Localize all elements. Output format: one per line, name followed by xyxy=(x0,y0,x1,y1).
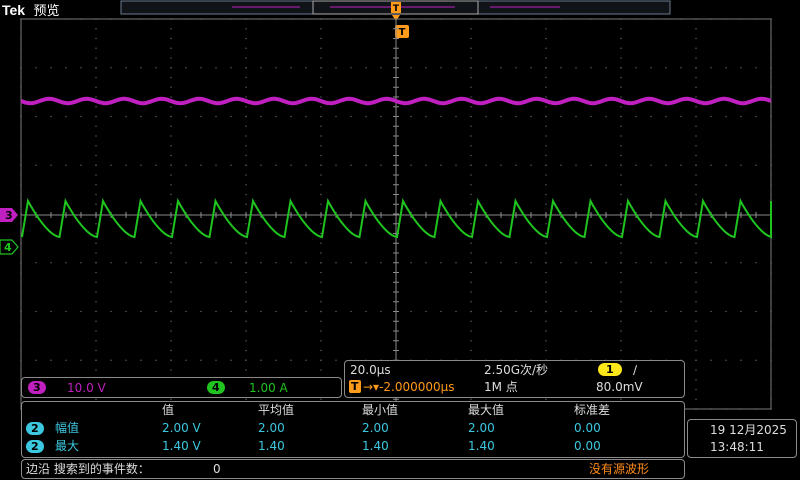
search-status-bar[interactable]: 边沿 搜索到的事件数： 0 没有源波形 xyxy=(21,459,685,479)
search-event-count: 0 xyxy=(213,462,221,476)
channel-4-ground-marker[interactable]: 4 xyxy=(0,239,19,255)
measurement-value: 2.00 V xyxy=(162,421,201,435)
channel-3-scale[interactable]: 10.0 V xyxy=(67,381,106,395)
measurement-min: 1.40 xyxy=(362,439,389,453)
channel-scale-panel: 3 10.0 V 4 1.00 A xyxy=(21,377,342,398)
measurement-name: 幅值 xyxy=(55,421,80,435)
measurement-header-max: 最大值 xyxy=(468,403,505,417)
measurement-header-stddev: 标准差 xyxy=(574,403,611,417)
measurement-header-min: 最小值 xyxy=(362,403,399,417)
trigger-position-marker[interactable]: T xyxy=(391,2,401,21)
measurement-panel[interactable]: 值 平均值 最小值 最大值 标准差 2 幅值 2.00 V 2.00 2.00 … xyxy=(21,401,685,458)
measurement-stddev: 0.00 xyxy=(574,439,601,453)
measurement-header-mean: 平均值 xyxy=(258,403,295,417)
measurement-value: 1.40 V xyxy=(162,439,201,453)
measurement-header-value: 值 xyxy=(162,403,175,417)
channel-4-scale[interactable]: 1.00 A xyxy=(249,381,288,395)
sample-rate: 2.50G次/秒 xyxy=(484,363,549,377)
search-label: 边沿 搜索到的事件数： xyxy=(26,462,150,476)
tek-logo: Tek xyxy=(2,2,26,18)
timebase-trigger-panel[interactable]: 20.0μs 2.50G次/秒 1 ∕ T →▾-2.000000μs 1M 点… xyxy=(344,360,685,398)
brand-header: Tek 预览 xyxy=(2,0,60,19)
date-display: 19 12月2025 xyxy=(710,423,787,437)
trigger-marker-screen-label: T xyxy=(399,27,406,38)
channel-3-ground-marker[interactable]: 3 xyxy=(0,208,18,222)
trigger-level: 80.0mV xyxy=(596,380,643,394)
channel-4-badge[interactable]: 4 xyxy=(207,381,225,394)
measurement-name: 最大 xyxy=(55,439,80,453)
trigger-slope-icon: ∕ xyxy=(633,363,638,377)
measurement-stddev: 0.00 xyxy=(574,421,601,435)
trigger-marker-screen[interactable]: T xyxy=(395,25,409,38)
trigger-source-badge: 1 xyxy=(598,363,622,376)
record-length: 1M 点 xyxy=(484,380,518,394)
measurement-max: 2.00 xyxy=(468,421,495,435)
acquisition-mode-label: 预览 xyxy=(33,4,60,19)
channel-3-waveform xyxy=(20,96,772,106)
horizontal-position: →▾-2.000000μs xyxy=(363,380,455,394)
measurement-source-badge: 2 xyxy=(26,440,44,453)
channel-3-badge[interactable]: 3 xyxy=(28,381,46,394)
measurement-source-badge: 2 xyxy=(26,422,44,435)
graticule xyxy=(20,18,772,410)
horizontal-scale: 20.0μs xyxy=(350,363,391,377)
no-source-warning: 没有源波形 xyxy=(589,462,650,476)
time-display: 13:48:11 xyxy=(710,440,764,454)
measurement-min: 2.00 xyxy=(362,421,389,435)
channel-4-marker-label: 4 xyxy=(4,241,12,254)
trigger-marker-top-label: T xyxy=(393,4,400,14)
datetime-panel: 19 12月2025 13:48:11 xyxy=(687,419,797,458)
measurement-max: 1.40 xyxy=(468,439,495,453)
measurement-mean: 1.40 xyxy=(258,439,285,453)
measurement-mean: 2.00 xyxy=(258,421,285,435)
channel-3-marker-label: 3 xyxy=(5,209,13,222)
trigger-position-icon: T xyxy=(349,380,361,393)
